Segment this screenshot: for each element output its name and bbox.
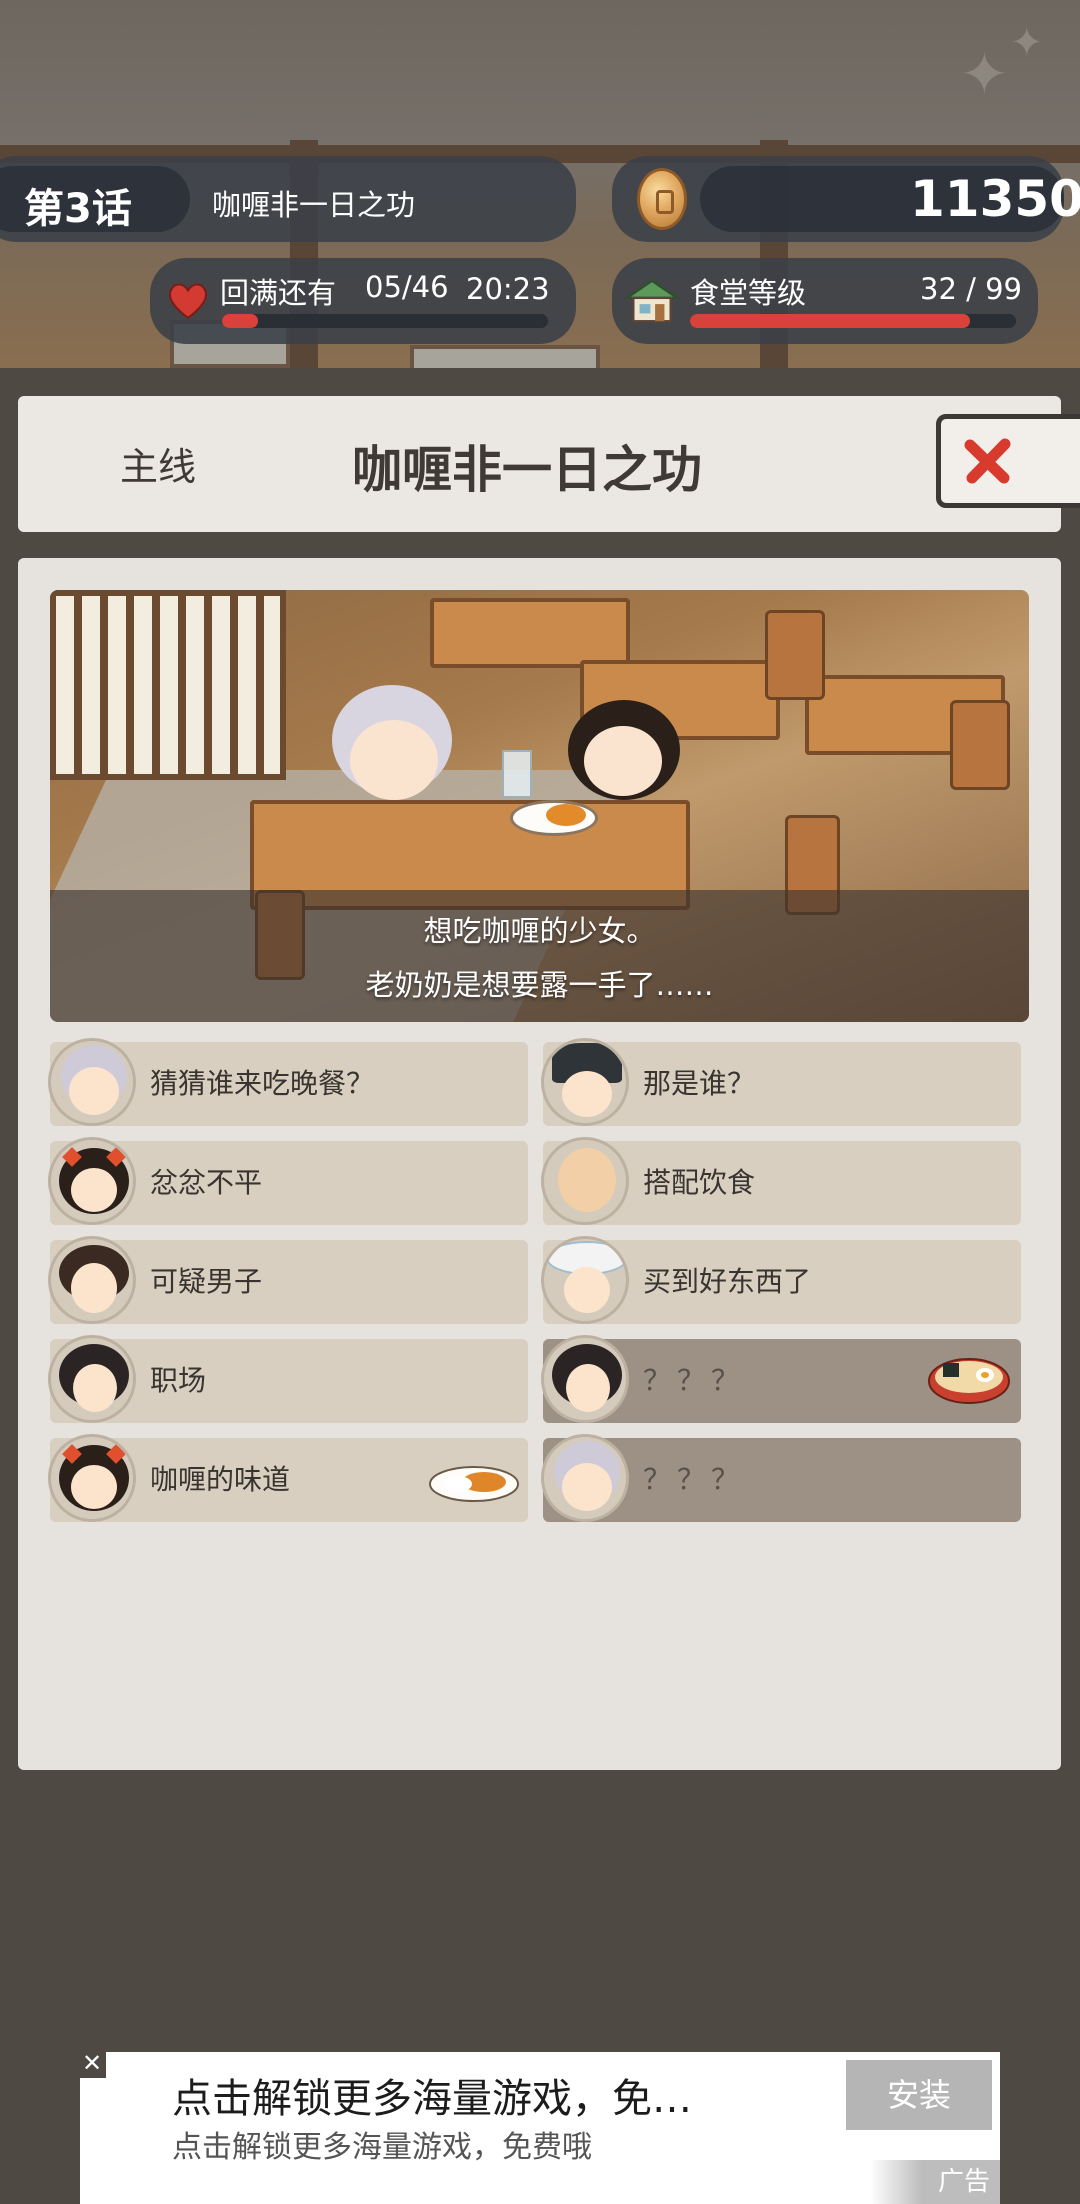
chapter-label: 可疑男子 [150,1265,263,1298]
episode-number: 第3话 [24,186,132,232]
ad-close-icon[interactable]: ✕ [78,2050,106,2078]
diner-level-bar-fill [690,314,971,328]
granny-avatar-icon [541,1434,629,1522]
coins-value: 11350 [910,170,1080,228]
close-icon [964,438,1011,484]
chapter-label: 买到好东西了 [643,1265,812,1298]
chapter-label: 咖喱的味道 [150,1463,291,1496]
stamina-bar [222,314,548,328]
coin-icon [637,168,687,230]
diner-level-label: 食堂等级 [690,276,807,310]
refill-label: 回满还有 [220,276,337,310]
girl-avatar-icon [48,1434,136,1522]
story-illustration: 想吃咖喱的少女。 老奶奶是想要露一手了…… [50,590,1029,1022]
chapter-label: ？？？ [643,1364,746,1397]
chapter-label: 职场 [150,1364,207,1397]
ad-title: 点击解锁更多海量游戏，免… [172,2076,692,2122]
woman-avatar-icon [48,1335,136,1423]
curry-icon [429,1466,519,1502]
chapter-label: 搭配饮食 [643,1166,756,1199]
heart-icon [168,283,208,320]
episode-title: 咖喱非一日之功 [212,188,416,222]
granny-avatar-icon [48,1038,136,1126]
house-icon [624,279,680,323]
woman-avatar-icon [541,1335,629,1423]
ad-tag: 广告 [870,2160,1000,2204]
chapter-item[interactable]: 职场 [48,1335,528,1423]
chapter-item[interactable]: 忿忿不平 [48,1137,528,1225]
chapter-label: 猜猜谁来吃晚餐？ [150,1067,375,1100]
chapter-item[interactable]: 猜猜谁来吃晚餐？ [48,1038,528,1126]
caption-line-1: 想吃咖喱的少女。 [423,914,656,948]
officer-avatar-icon [541,1038,629,1126]
chapter-label: 那是谁？ [643,1067,756,1100]
panel-title: 咖喱非一日之功 [352,441,702,499]
chapter-item[interactable]: 搭配饮食 [541,1137,1021,1225]
girl-avatar-icon [48,1137,136,1225]
chapter-item[interactable]: 买到好东西了 [541,1236,1021,1324]
chapter-label: ？？？ [643,1463,746,1496]
ramen-icon [928,1358,1010,1404]
diner-level-bar [690,314,1016,328]
close-button[interactable] [936,414,1080,508]
chapter-item[interactable]: 咖喱的味道 [48,1434,528,1522]
chapter-item[interactable]: 可疑男子 [48,1236,528,1324]
refill-timer: 20:23 [466,272,550,306]
caption-line-2: 老奶奶是想要露一手了…… [365,968,714,1002]
lady-hat-avatar-icon [541,1236,629,1324]
ad-install-button[interactable]: 安装 [846,2060,992,2130]
stamina-value: 05/46 [365,270,449,304]
title-panel: 主线 咖喱非一日之功 [18,396,1061,532]
category-label: 主线 [120,445,197,489]
chapter-item[interactable]: 那是谁？ [541,1038,1021,1126]
man-avatar-icon [48,1236,136,1324]
chapter-item[interactable]: ？？？ [541,1335,1021,1423]
chapter-item[interactable]: ？？？ [541,1434,1021,1522]
stamina-bar-fill [222,314,258,328]
chapter-label: 忿忿不平 [150,1166,263,1199]
monk-avatar-icon [541,1137,629,1225]
ad-description: 点击解锁更多海量游戏，免费哦 [172,2130,592,2165]
diner-level-value: 32 / 99 [920,272,1023,306]
